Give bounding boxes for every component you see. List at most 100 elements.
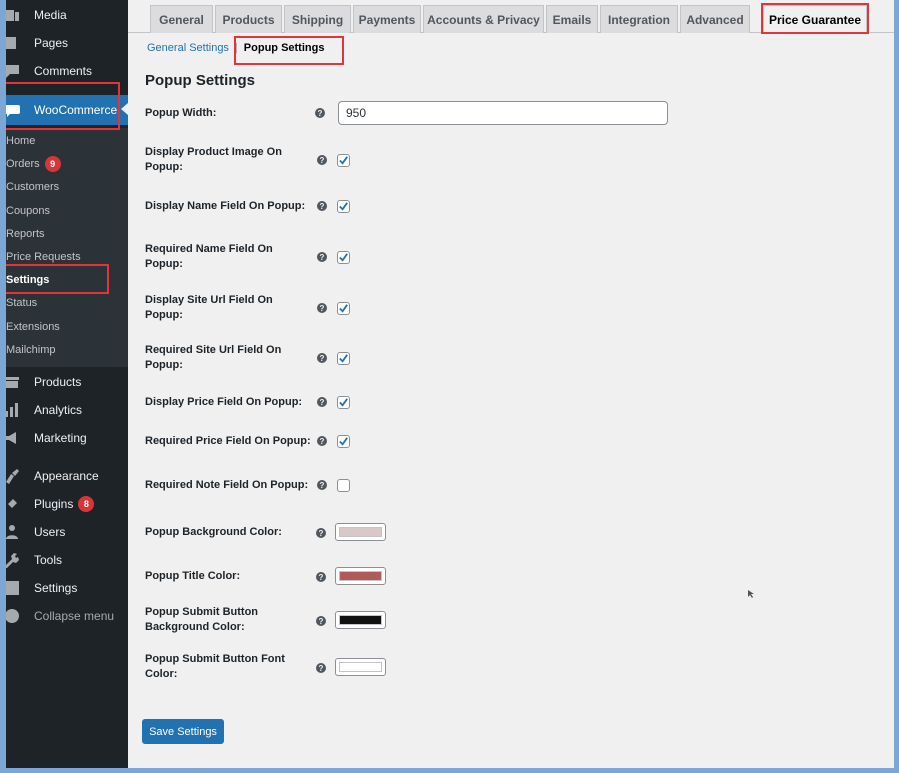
sidebar-item-label: Products: [34, 375, 82, 389]
sidebar-item-label: WooCommerce: [34, 103, 118, 117]
color-preview: [339, 615, 382, 625]
color-picker-swatch[interactable]: [335, 567, 386, 585]
help-icon[interactable]: ?: [317, 436, 327, 446]
tab-advanced[interactable]: Advanced: [680, 5, 750, 33]
analytics-icon: [6, 402, 22, 418]
color-picker-swatch[interactable]: [335, 658, 386, 676]
settings-tabs: General Products Shipping Payments Accou…: [128, 0, 894, 34]
sidebar-item-label: Appearance: [34, 469, 99, 483]
help-icon[interactable]: ?: [317, 480, 327, 490]
help-icon[interactable]: ?: [316, 572, 326, 582]
help-icon[interactable]: ?: [317, 303, 327, 313]
orders-count-badge: 9: [44, 156, 61, 172]
tab-general[interactable]: General: [150, 5, 213, 33]
setting-label: Required Note Field On Popup:: [145, 479, 309, 491]
pages-icon: [6, 35, 22, 51]
color-preview: [339, 662, 382, 672]
submenu-item-customers[interactable]: Customers: [6, 176, 128, 198]
tab-price-guarantee[interactable]: Price Guarantee: [763, 5, 867, 34]
setting-checkbox[interactable]: [337, 352, 350, 365]
tab-emails[interactable]: Emails: [546, 5, 598, 33]
sidebar-item-appearance[interactable]: Appearance: [6, 462, 128, 490]
sidebar-item-users[interactable]: Users: [6, 518, 128, 546]
sidebar-item-analytics[interactable]: Analytics: [6, 396, 128, 424]
setting-checkbox[interactable]: [337, 251, 350, 264]
color-setting-row: Popup Title Color:?: [145, 566, 845, 586]
popup-width-label: Popup Width:: [145, 107, 217, 119]
submenu-item-price-requests[interactable]: Price Requests: [6, 246, 128, 268]
sidebar-item-marketing[interactable]: Marketing: [6, 424, 128, 452]
sidebar-item-woocommerce[interactable]: WooCommerce: [6, 95, 128, 125]
tab-products[interactable]: Products: [215, 5, 282, 33]
submenu-item-home[interactable]: Home: [6, 130, 128, 152]
submenu-item-reports[interactable]: Reports: [6, 223, 128, 245]
main-content: General Products Shipping Payments Accou…: [128, 0, 894, 768]
color-setting-row: Popup Submit Button Background Color:?: [145, 603, 845, 637]
sidebar-item-label: Media: [34, 8, 67, 22]
sidebar-item-label: Tools: [34, 553, 63, 567]
setting-label: Popup Submit Button Background Color:: [145, 606, 259, 633]
sidebar-item-pages[interactable]: Pages: [6, 29, 128, 57]
color-picker-swatch[interactable]: [335, 523, 386, 541]
setting-label: Popup Submit Button Font Color:: [145, 653, 285, 680]
tab-integration[interactable]: Integration: [600, 5, 678, 33]
setting-label: Required Price Field On Popup:: [145, 435, 311, 447]
submenu-item-orders[interactable]: Orders 9: [6, 153, 128, 175]
sidebar-item-media[interactable]: Media: [6, 1, 128, 29]
submenu-item-coupons[interactable]: Coupons: [6, 200, 128, 222]
help-icon[interactable]: ?: [316, 616, 326, 626]
tab-payments[interactable]: Payments: [353, 5, 421, 33]
setting-checkbox[interactable]: [337, 302, 350, 315]
subnav-separator: |: [234, 42, 238, 54]
sidebar-item-settings[interactable]: Settings: [6, 574, 128, 602]
tab-shipping[interactable]: Shipping: [284, 5, 351, 33]
settings-icon: [6, 580, 22, 596]
setting-checkbox[interactable]: [337, 200, 350, 213]
submenu-item-mailchimp[interactable]: Mailchimp: [6, 339, 128, 361]
setting-label: Display Price Field On Popup:: [145, 396, 303, 408]
setting-checkbox[interactable]: [337, 396, 350, 409]
collapse-icon: [6, 608, 22, 624]
checkmark-icon: [339, 354, 348, 363]
sidebar-item-products[interactable]: Products: [6, 368, 128, 396]
help-icon[interactable]: ?: [316, 528, 326, 538]
checkbox-setting-row: Display Site Url Field On Popup:?: [145, 291, 845, 325]
popup-settings-link[interactable]: Popup Settings: [244, 42, 325, 54]
setting-label: Popup Title Color:: [145, 570, 241, 582]
help-icon[interactable]: ?: [317, 201, 327, 211]
setting-checkbox[interactable]: [337, 154, 350, 167]
help-icon[interactable]: ?: [317, 155, 327, 165]
checkmark-icon: [339, 437, 348, 446]
general-settings-link[interactable]: General Settings: [147, 42, 229, 54]
submenu-label: Price Requests: [6, 251, 81, 263]
checkbox-setting-row: Required Note Field On Popup:?: [145, 475, 845, 495]
section-subnav: General Settings | Popup Settings: [147, 42, 324, 54]
sidebar-item-comments[interactable]: Comments: [6, 57, 128, 85]
color-setting-row: Popup Submit Button Font Color:?: [145, 650, 845, 684]
checkbox-setting-row: Display Name Field On Popup:?: [145, 196, 845, 216]
submenu-label: Extensions: [6, 321, 60, 333]
submenu-item-settings[interactable]: Settings: [6, 269, 128, 291]
checkmark-icon: [339, 156, 348, 165]
collapse-menu-button[interactable]: Collapse menu: [6, 602, 128, 630]
help-icon[interactable]: ?: [315, 108, 325, 118]
submenu-item-extensions[interactable]: Extensions: [6, 316, 128, 338]
help-icon[interactable]: ?: [316, 663, 326, 673]
submenu-label: Orders: [6, 158, 40, 170]
sidebar-item-plugins[interactable]: Plugins 8: [6, 490, 128, 518]
setting-checkbox[interactable]: [337, 435, 350, 448]
setting-label: Display Site Url Field On Popup:: [145, 294, 273, 321]
setting-checkbox[interactable]: [337, 479, 350, 492]
help-icon[interactable]: ?: [317, 397, 327, 407]
save-settings-button[interactable]: Save Settings: [142, 719, 224, 744]
help-icon[interactable]: ?: [317, 252, 327, 262]
submenu-label: Coupons: [6, 205, 51, 217]
tab-accounts-privacy[interactable]: Accounts & Privacy: [423, 5, 544, 33]
popup-width-input[interactable]: [338, 101, 668, 125]
sidebar-item-tools[interactable]: Tools: [6, 546, 128, 574]
help-icon[interactable]: ?: [317, 353, 327, 363]
checkmark-icon: [339, 202, 348, 211]
color-picker-swatch[interactable]: [335, 611, 386, 629]
submenu-item-status[interactable]: Status: [6, 292, 128, 314]
setting-label: Display Name Field On Popup:: [145, 200, 306, 212]
